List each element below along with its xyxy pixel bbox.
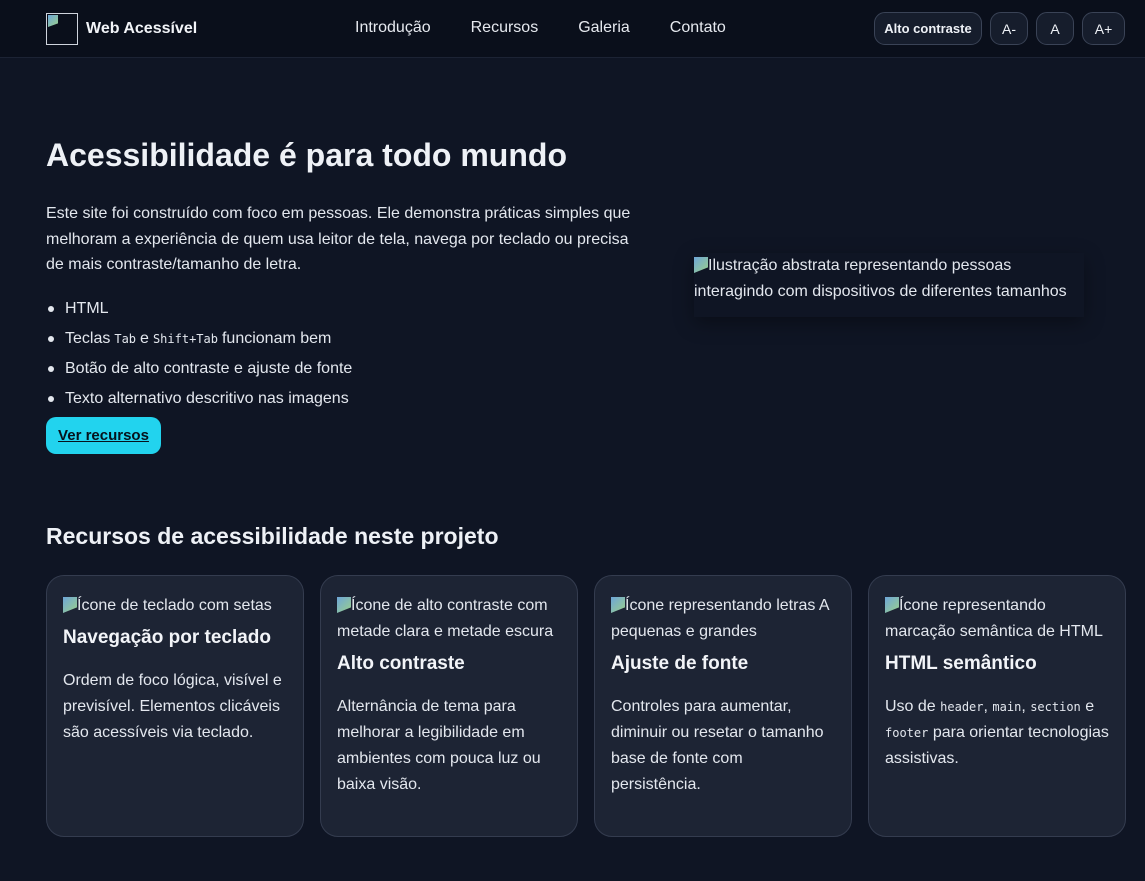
font-increase-button[interactable]: A+ [1082, 12, 1125, 45]
list-item-text: HTML [65, 300, 109, 317]
nav-link-recursos[interactable]: Recursos [471, 19, 539, 37]
feature-card-font: Ícone representando letras A pequenas e … [594, 575, 852, 837]
list-item-text: funcionam bem [221, 330, 332, 347]
card-title: Alto contraste [337, 653, 465, 674]
card-text-part: Uso de [885, 698, 936, 715]
list-item-text: Botão de alto contraste e ajuste de font… [65, 360, 353, 377]
card-text-part: e [1085, 698, 1095, 715]
list-item: HTML [46, 294, 352, 324]
broken-image-icon [337, 597, 351, 613]
bullet-icon [48, 336, 54, 342]
main-nav: Introdução Recursos Galeria Contato [355, 19, 726, 37]
feature-card-contrast: Ícone de alto contraste com metade clara… [320, 575, 578, 837]
list-item-text: e [140, 330, 149, 347]
font-reset-button[interactable]: A [1036, 12, 1074, 45]
hero-illustration: Ilustração abstrata representando pessoa… [694, 253, 1084, 317]
list-item: Teclas Tab e Shift+Tab funcionam bem [46, 324, 352, 354]
brand-name[interactable]: Web Acessível [86, 20, 197, 38]
code-section: section [1030, 700, 1081, 714]
hero-text: Este site foi construído com foco em pes… [46, 205, 631, 274]
code-footer: footer [885, 726, 929, 740]
accessibility-controls: Alto contraste A- A A+ [874, 12, 1125, 45]
nav-link-contato[interactable]: Contato [670, 19, 726, 37]
broken-image-icon [694, 257, 708, 273]
feature-card-keyboard: Ícone de teclado com setas Navegação por… [46, 575, 304, 837]
broken-image-icon [611, 597, 625, 613]
font-decrease-button[interactable]: A- [990, 12, 1028, 45]
hero-title: Acessibilidade é para todo mundo [46, 137, 567, 173]
list-item: Texto alternativo descritivo nas imagens [46, 384, 352, 414]
broken-image-icon [885, 597, 899, 613]
card-image: Ícone representando letras A pequenas e … [611, 593, 835, 645]
logo-image [46, 13, 78, 45]
card-image: Ícone de alto contraste com metade clara… [337, 593, 561, 645]
features-title: Recursos de acessibilidade neste projeto [46, 523, 499, 549]
code-main: main [992, 700, 1022, 714]
brand[interactable]: Web Acessível [46, 13, 197, 45]
feature-card-semantic-html: Ícone representando marcação semântica d… [868, 575, 1126, 837]
hero-list: HTML Teclas Tab e Shift+Tab funcionam be… [46, 294, 352, 414]
code-header: header [940, 700, 984, 714]
broken-image-icon [63, 597, 77, 613]
card-text: Uso de header, main, section e footer pa… [885, 698, 1109, 767]
bullet-icon [48, 366, 54, 372]
card-text: Controles para aumentar, diminuir ou res… [611, 698, 824, 793]
list-item-text: Teclas [65, 330, 111, 347]
card-title: Navegação por teclado [63, 627, 272, 648]
nav-link-galeria[interactable]: Galeria [578, 19, 630, 37]
card-image: Ícone de teclado com setas [63, 593, 287, 619]
hero-image-alt: Ilustração abstrata representando pessoa… [694, 257, 1067, 300]
kbd-shift-tab: Shift+Tab [152, 332, 218, 346]
see-features-button[interactable]: Ver recursos [46, 417, 161, 454]
card-image-alt: Ícone de alto contraste com metade clara… [337, 597, 554, 640]
list-item-text: Texto alternativo descritivo nas imagens [65, 390, 349, 407]
card-title: HTML semântico [885, 653, 1037, 674]
card-text: Ordem de foco lógica, visível e previsív… [63, 672, 282, 741]
card-text: Alternância de tema para melhorar a legi… [337, 698, 541, 793]
bullet-icon [48, 306, 54, 312]
card-image-alt: Ícone de teclado com setas [77, 597, 272, 614]
card-image-alt: Ícone representando marcação semântica d… [885, 597, 1103, 640]
card-image-alt: Ícone representando letras A pequenas e … [611, 597, 829, 640]
site-header: Web Acessível Introdução Recursos Galeri… [0, 0, 1145, 58]
kbd-tab: Tab [114, 332, 137, 346]
broken-image-icon [48, 15, 58, 27]
high-contrast-button[interactable]: Alto contraste [874, 12, 982, 45]
bullet-icon [48, 396, 54, 402]
card-title: Ajuste de fonte [611, 653, 749, 674]
card-image: Ícone representando marcação semântica d… [885, 593, 1109, 645]
list-item: Botão de alto contraste e ajuste de font… [46, 354, 352, 384]
nav-link-introducao[interactable]: Introdução [355, 19, 431, 37]
